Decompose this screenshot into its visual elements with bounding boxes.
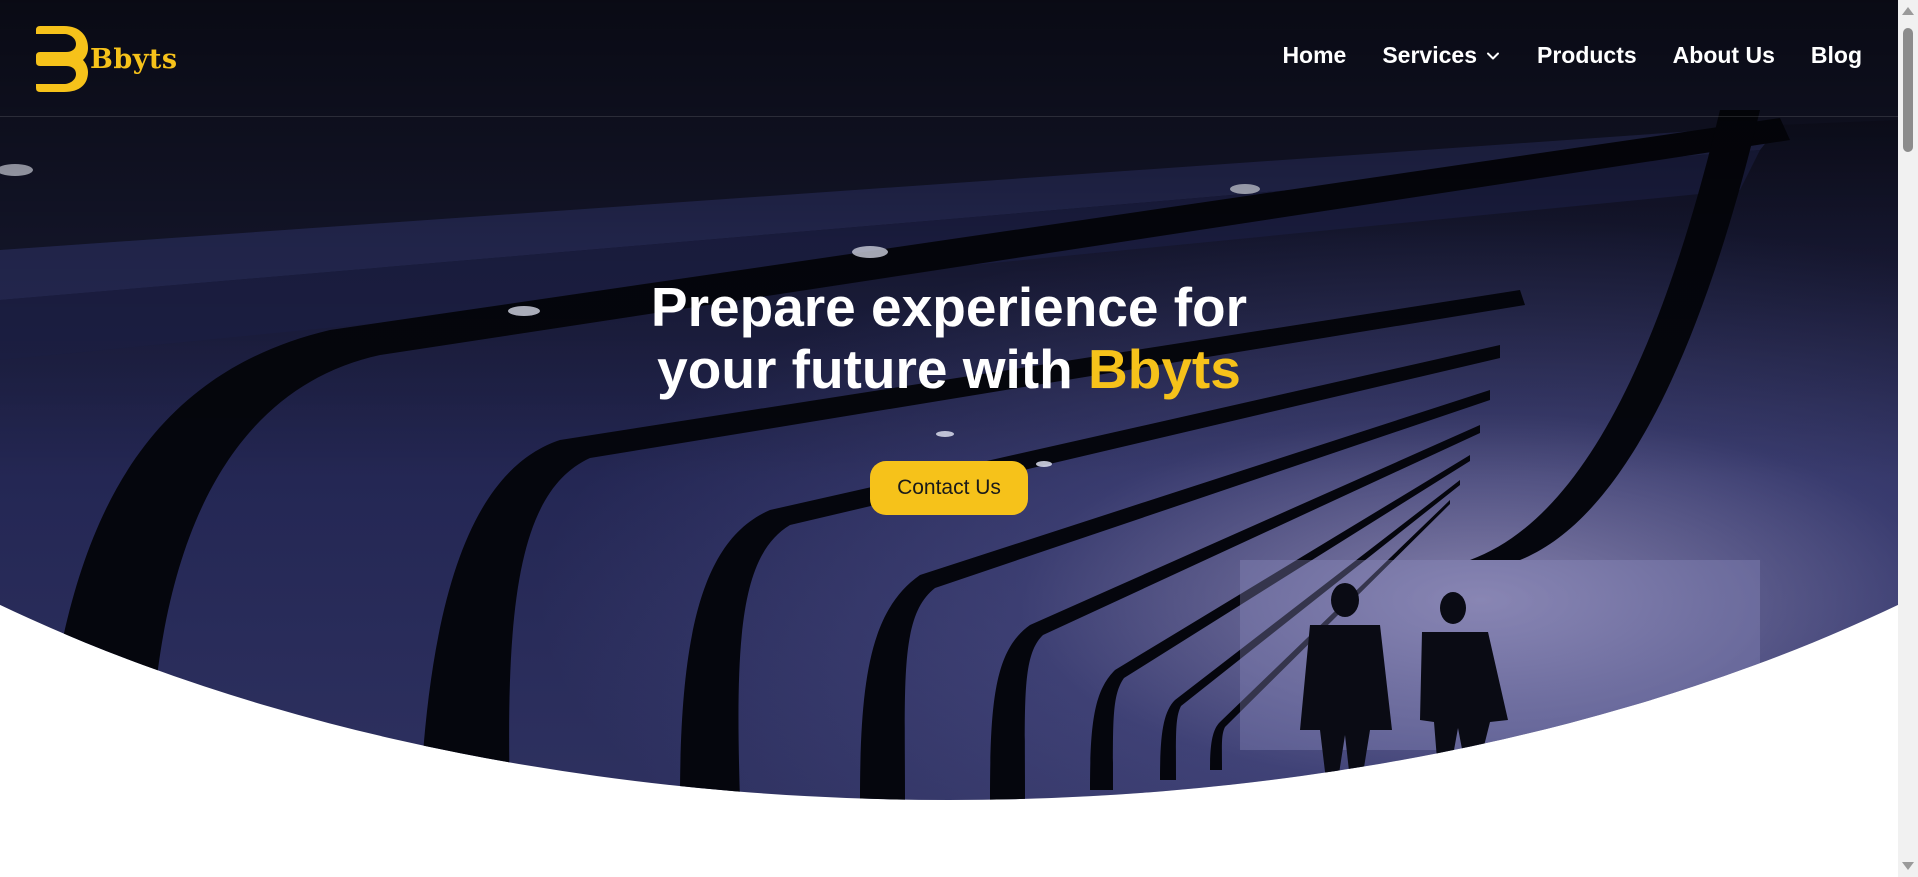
chevron-down-icon	[1486, 52, 1499, 59]
hero-headline: Prepare experience for your future with …	[0, 276, 1898, 400]
brand-logo[interactable]: Bbyts	[36, 26, 178, 92]
scroll-down-arrow-icon[interactable]	[1902, 862, 1914, 870]
hero-headline-accent: Bbyts	[1088, 338, 1241, 400]
nav-services-link[interactable]: Services	[1382, 42, 1501, 69]
page-scrollbar[interactable]	[1898, 0, 1918, 877]
top-navigation: Bbyts Home Services Products About Us Bl…	[0, 0, 1898, 117]
nav-blog-link[interactable]: Blog	[1811, 42, 1862, 69]
nav-home-link[interactable]: Home	[1282, 42, 1346, 69]
nav-products-link[interactable]: Products	[1537, 42, 1637, 69]
nav-about-us-link[interactable]: About Us	[1673, 42, 1775, 69]
scroll-up-arrow-icon[interactable]	[1902, 7, 1914, 15]
hero-section	[0, 0, 1898, 800]
hero-headline-line2-prefix: your future with	[657, 338, 1088, 400]
page: Bbyts Home Services Products About Us Bl…	[0, 0, 1898, 877]
hero-headline-line1: Prepare experience for	[650, 276, 1248, 338]
scrollbar-thumb[interactable]	[1903, 28, 1913, 152]
hero-overlay	[0, 0, 1898, 800]
main-menu: Home Services Products About Us Blog	[1246, 42, 1862, 69]
contact-us-button[interactable]: Contact Us	[870, 461, 1028, 515]
bbyts-logo-icon	[36, 26, 88, 92]
nav-services-label: Services	[1382, 42, 1477, 68]
brand-name: Bbyts	[90, 43, 178, 75]
